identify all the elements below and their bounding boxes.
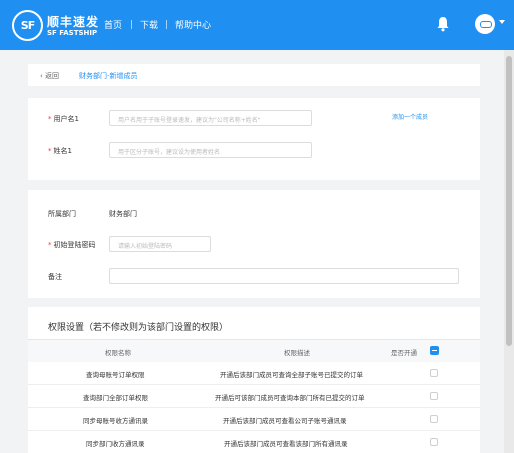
remark-input[interactable] bbox=[109, 268, 459, 284]
breadcrumb: ‹ 返回 财务部门-新增成员 bbox=[28, 64, 480, 86]
breadcrumb-current: 财务部门-新增成员 bbox=[79, 72, 138, 80]
permission-desc: 开通后该部门成员可查询全部子账号已提交的订单 bbox=[220, 371, 363, 379]
permission-desc: 开通后可该部门成员可查询本部门所有已提交的订单 bbox=[215, 394, 365, 402]
nav-help-center[interactable]: 帮助中心 bbox=[175, 18, 211, 31]
logo-title-cn: 顺丰速发 bbox=[47, 15, 100, 29]
permission-desc: 开通后该部门成员可查看该部门所有通讯录 bbox=[224, 440, 348, 448]
permission-name: 查询母账号订单权限 bbox=[86, 371, 145, 379]
name-input[interactable]: 用于区分子账号，建议设为使用者姓名 bbox=[109, 142, 312, 158]
password-input[interactable]: 请输入初始登陆密码 bbox=[109, 236, 211, 252]
back-link[interactable]: ‹ 返回 bbox=[40, 71, 59, 81]
add-member-link[interactable]: 添加一个成员 bbox=[392, 112, 428, 121]
table-row: 查询部门全部订单权限 开通后可该部门成员可查询本部门所有已提交的订单 bbox=[28, 385, 480, 408]
dept-value: 财务部门 bbox=[109, 210, 137, 218]
table-row: 同步母账号收方通讯录 开通后该部门成员可查看公司子账号通讯录 bbox=[28, 408, 480, 431]
username-label: * 用户名1 bbox=[48, 115, 79, 123]
scrollbar-thumb[interactable] bbox=[506, 56, 512, 346]
bell-icon[interactable] bbox=[436, 16, 450, 32]
avatar-icon[interactable] bbox=[475, 14, 495, 34]
enable-checkbox[interactable] bbox=[430, 415, 438, 423]
member-basic-form: * 用户名1 用户名用于子账号登录速发，建议为"公司名称+姓名" 添加一个成员 *… bbox=[28, 98, 480, 180]
enable-checkbox[interactable] bbox=[430, 438, 438, 446]
logo-title-en: SF FASTSHIP bbox=[47, 29, 98, 37]
permissions-section: 权限设置（若不修改则为该部门设置的权限） 权限名称 权限描述 是否开通 查询母账… bbox=[28, 307, 480, 453]
permissions-table-header: 权限名称 权限描述 是否开通 bbox=[28, 340, 480, 362]
permission-name: 同步母账号收方通讯录 bbox=[83, 417, 148, 425]
username-input[interactable]: 用户名用于子账号登录速发，建议为"公司名称+姓名" bbox=[109, 110, 312, 126]
permission-desc: 开通后该部门成员可查看公司子账号通讯录 bbox=[223, 417, 347, 425]
sf-logo-mark[interactable]: SF bbox=[12, 10, 43, 41]
column-permission-name: 权限名称 bbox=[105, 349, 131, 357]
enable-checkbox[interactable] bbox=[430, 392, 438, 400]
password-label: * 初始登陆密码 bbox=[48, 241, 96, 249]
top-header: SF 顺丰速发 SF FASTSHIP 首页 下载 帮助中心 bbox=[0, 0, 514, 50]
column-enabled: 是否开通 bbox=[391, 349, 417, 357]
table-row: 查询母账号订单权限 开通后该部门成员可查询全部子账号已提交的订单 bbox=[28, 362, 480, 385]
name-label: * 姓名1 bbox=[48, 147, 72, 155]
remark-label: 备注 bbox=[48, 273, 62, 281]
select-all-checkbox[interactable] bbox=[430, 346, 439, 355]
table-row: 同步部门收方通讯录 开通后该部门成员可查看该部门所有通讯录 bbox=[28, 431, 480, 453]
nav-divider bbox=[131, 20, 132, 29]
column-permission-desc: 权限描述 bbox=[284, 349, 310, 357]
nav-home[interactable]: 首页 bbox=[104, 18, 122, 31]
nav-divider bbox=[166, 20, 167, 29]
nav-download[interactable]: 下载 bbox=[140, 18, 158, 31]
back-label: 返回 bbox=[45, 72, 60, 80]
member-detail-form: 所属部门 财务部门 * 初始登陆密码 请输入初始登陆密码 备注 bbox=[28, 190, 480, 298]
permissions-title: 权限设置（若不修改则为该部门设置的权限） bbox=[48, 323, 229, 333]
chevron-down-icon[interactable] bbox=[499, 20, 505, 24]
permission-name: 同步部门收方通讯录 bbox=[86, 440, 145, 448]
enable-checkbox[interactable] bbox=[430, 369, 438, 377]
permission-name: 查询部门全部订单权限 bbox=[83, 394, 148, 402]
dept-label: 所属部门 bbox=[48, 210, 76, 218]
